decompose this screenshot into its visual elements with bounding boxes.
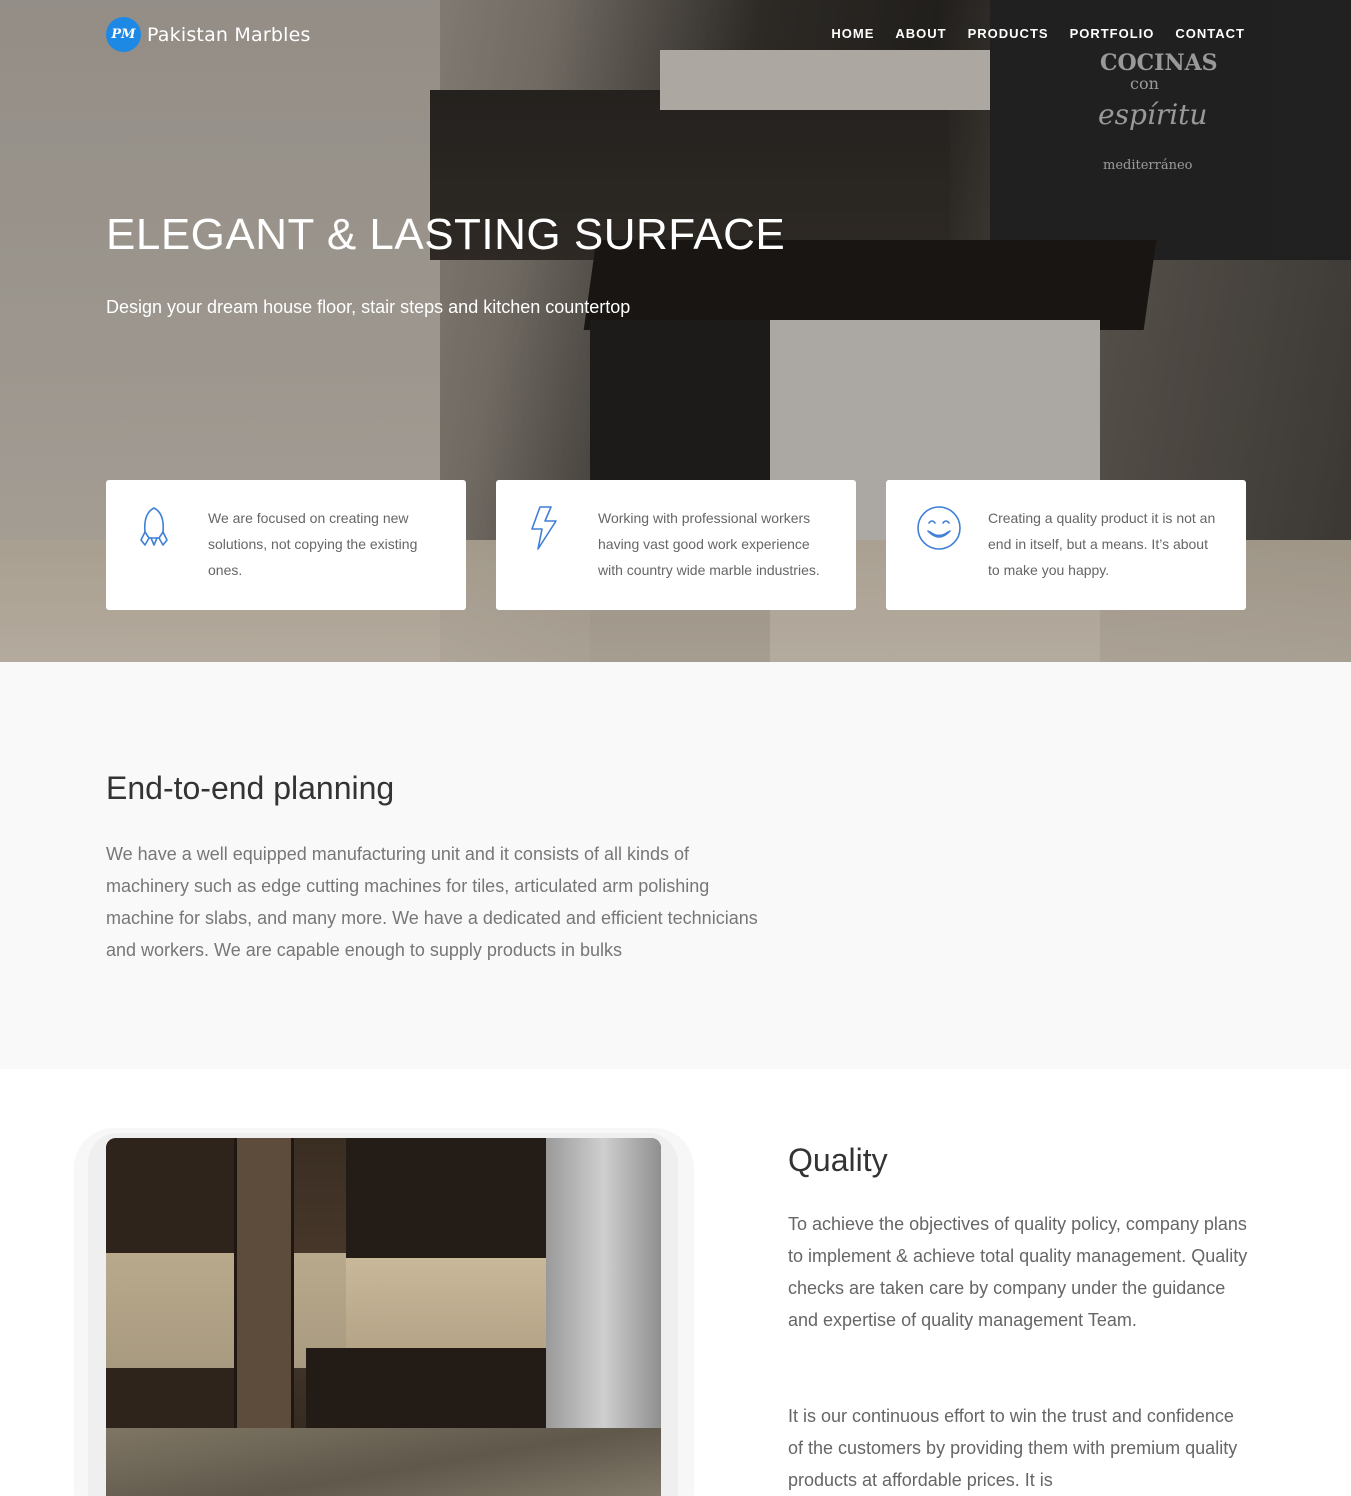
feature-card: We are focused on creating new solutions… <box>106 480 466 610</box>
feature-text: We are focused on creating new solutions… <box>208 510 418 578</box>
hero-subtitle: Design your dream house floor, stair ste… <box>106 297 631 317</box>
feature-text: Creating a quality product it is not an … <box>988 510 1216 578</box>
planning-section: End-to-end planning We have a well equip… <box>0 662 1351 1069</box>
section-title: End-to-end planning <box>106 770 395 806</box>
nav-item-about[interactable]: ABOUT <box>895 26 946 41</box>
rocket-icon <box>136 505 172 551</box>
kitchen-image <box>106 1138 661 1496</box>
smiley-icon <box>916 505 961 551</box>
logo-mark-icon: PM <box>106 17 141 52</box>
feature-cards: We are focused on creating new solutions… <box>106 480 1246 610</box>
nav-item-products[interactable]: PRODUCTS <box>968 26 1049 41</box>
feature-card: Working with professional workers having… <box>496 480 856 610</box>
feature-text: Working with professional workers having… <box>598 510 820 578</box>
lightning-icon <box>526 505 562 551</box>
feature-card: Creating a quality product it is not an … <box>886 480 1246 610</box>
hero-title: ELEGANT & LASTING SURFACE <box>106 210 786 259</box>
section-body: It is our continuous effort to win the t… <box>788 1406 1238 1490</box>
nav-item-contact[interactable]: CONTACT <box>1175 26 1245 41</box>
nav-item-home[interactable]: HOME <box>831 26 874 41</box>
section-body: We have a well equipped manufacturing un… <box>106 844 758 960</box>
quality-section: Quality To achieve the objectives of qua… <box>0 1069 1351 1496</box>
section-body: To achieve the objectives of quality pol… <box>788 1214 1248 1330</box>
section-title: Quality <box>788 1142 888 1178</box>
main-nav: HOME ABOUT PRODUCTS PORTFOLIO CONTACT <box>831 26 1245 41</box>
nav-item-portfolio[interactable]: PORTFOLIO <box>1070 26 1155 41</box>
logo-text: Pakistan Marbles <box>147 23 311 46</box>
site-logo[interactable]: PM Pakistan Marbles <box>106 17 311 52</box>
hero-section: COCINAS con espíritu mediterráneo PM Pak… <box>0 0 1351 662</box>
